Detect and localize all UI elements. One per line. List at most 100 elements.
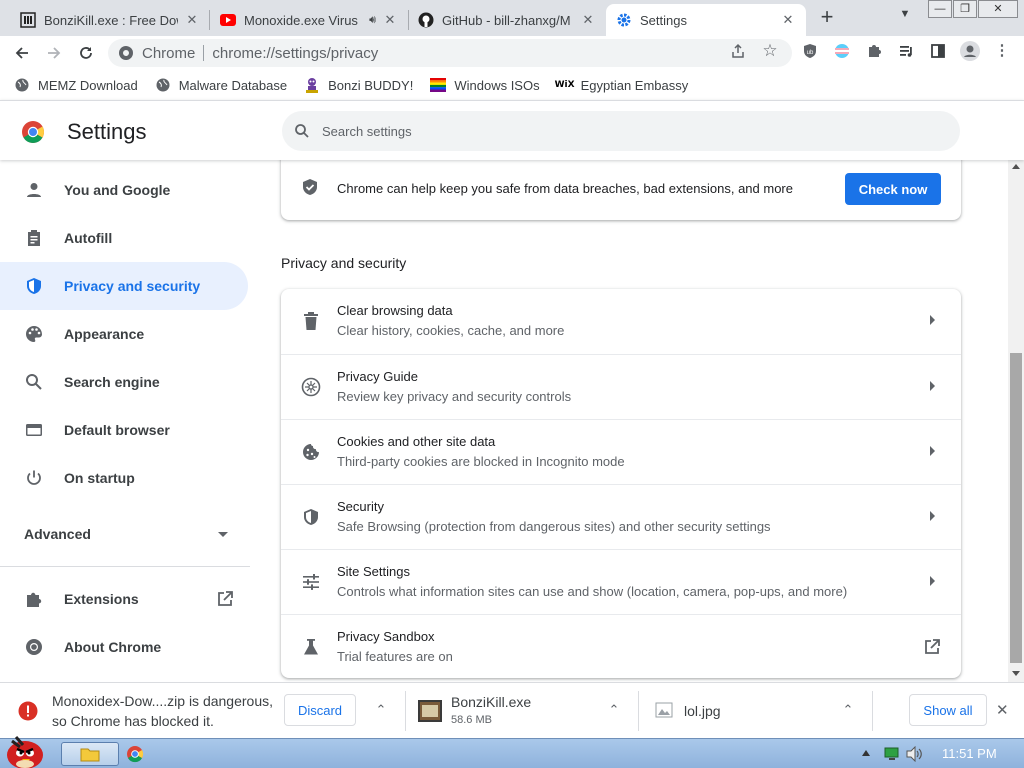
sidebar-item-default-browser[interactable]: Default browser (0, 406, 248, 454)
show-all-button[interactable]: Show all (909, 694, 987, 726)
row-subtitle: Safe Browsing (protection from dangerous… (337, 519, 771, 534)
share-icon[interactable] (730, 43, 746, 59)
privacy-row-privacy-sandbox[interactable]: Privacy Sandbox Trial features are on (281, 614, 961, 678)
settings-search-input[interactable]: Search settings (282, 111, 960, 151)
section-title: Privacy and security (281, 255, 407, 271)
github-icon (418, 12, 434, 28)
sidebar-item-appearance[interactable]: Appearance (0, 310, 248, 358)
download-filesize: 58.6 MB (451, 714, 492, 726)
scrollbar-thumb[interactable] (1010, 353, 1022, 663)
volume-icon[interactable] (906, 746, 924, 762)
sidebar-item-about-chrome[interactable]: About Chrome (0, 623, 248, 671)
row-title: Clear browsing data (337, 303, 453, 318)
tab-title: Monoxide.exe Virus (244, 12, 358, 28)
bookmarks-bar: MEMZ Download Malware Database Bonzi BUD… (0, 70, 1024, 100)
shield-icon (301, 507, 321, 527)
scroll-up-arrow-icon[interactable] (1012, 164, 1020, 169)
chrome-icon (24, 637, 44, 657)
discard-button[interactable]: Discard (284, 694, 356, 726)
page-scrollbar[interactable] (1008, 160, 1024, 682)
tab-title: GitHub - bill-zhanxg/M (442, 12, 571, 28)
puzzle-extensions-icon[interactable] (866, 43, 882, 59)
close-icon[interactable]: ✕ (780, 12, 796, 28)
sidebar-item-label: Extensions (64, 591, 139, 607)
tab-monoxide[interactable]: Monoxide.exe Virus 🔊︎ ✕ (210, 4, 408, 36)
privacy-row-privacy-guide[interactable]: Privacy Guide Review key privacy and sec… (281, 354, 961, 419)
sidebar-divider (0, 566, 250, 567)
kebab-menu-icon[interactable]: ⋮ (994, 43, 1010, 59)
sidebar-item-label: Advanced (24, 526, 91, 542)
row-title: Site Settings (337, 564, 410, 579)
blocked-download-line1: Monoxidex-Dow....zip is dangerous, (52, 693, 273, 709)
address-bar[interactable]: Chrome chrome://settings/privacy (108, 39, 792, 67)
search-icon (294, 123, 310, 139)
close-icon[interactable]: ✕ (382, 12, 398, 28)
restore-button[interactable]: ❐ (953, 0, 977, 18)
taskbar-explorer[interactable] (61, 742, 119, 766)
privacy-row-clear-browsing-data[interactable]: Clear browsing data Clear history, cooki… (281, 289, 961, 354)
ublock-icon[interactable]: ub (802, 43, 818, 59)
chevron-right-icon (930, 511, 935, 521)
bookmark-malware-database[interactable]: Malware Database (155, 77, 287, 93)
taskbar-chrome[interactable] (121, 742, 149, 766)
back-arrow-icon[interactable] (10, 41, 34, 65)
sidebar-item-label: Autofill (64, 230, 113, 246)
sidebar-item-on-startup[interactable]: On startup (0, 454, 248, 502)
sidebar-item-label: Default browser (64, 422, 170, 438)
star-icon[interactable]: ☆ (762, 42, 778, 59)
privacy-row-security[interactable]: Security Safe Browsing (protection from … (281, 484, 961, 549)
privacy-row-site-settings[interactable]: Site Settings Controls what information … (281, 549, 961, 614)
chrome-icon (118, 45, 134, 61)
sidebar-item-privacy-and-security[interactable]: Privacy and security (0, 262, 248, 310)
sidebar-item-search-engine[interactable]: Search engine (0, 358, 248, 406)
close-window-button[interactable]: ✕ (978, 0, 1018, 18)
palette-icon (24, 324, 44, 344)
bookmark-memz[interactable]: MEMZ Download (14, 77, 138, 93)
sidebar-item-autofill[interactable]: Autofill (0, 214, 248, 262)
cookie-icon (301, 442, 321, 462)
close-icon[interactable]: ✕ (580, 12, 596, 28)
chevron-up-icon[interactable]: ⌃ (604, 700, 624, 720)
globe-icon (155, 77, 171, 93)
chevron-up-icon[interactable]: ⌃ (371, 700, 391, 720)
folder-icon (80, 746, 100, 762)
youtube-icon (220, 12, 236, 28)
check-now-button[interactable]: Check now (845, 173, 941, 205)
tray-up-arrow-icon[interactable] (862, 750, 870, 756)
tab-search-chevron-icon[interactable]: ▼ (893, 8, 917, 28)
sidebar-item-label: Appearance (64, 326, 145, 342)
bookmark-bonzi-buddy[interactable]: Bonzi BUDDY! (304, 77, 413, 93)
trans-flag-extension-icon[interactable] (834, 43, 850, 59)
bookmark-egyptian-embassy[interactable]: WiX Egyptian Embassy (555, 77, 689, 93)
tab-bonzikill[interactable]: BonziKill.exe : Free Dow ✕ (10, 4, 210, 36)
sidebar-item-you-and-google[interactable]: You and Google (0, 166, 248, 214)
minimize-button[interactable]: — (928, 0, 952, 18)
blocked-download-line2: so Chrome has blocked it. (52, 713, 214, 729)
side-panel-icon[interactable] (930, 43, 946, 59)
profile-avatar-icon[interactable] (960, 41, 980, 61)
speaker-icon[interactable]: 🔊︎ (369, 14, 376, 27)
row-title: Privacy Guide (337, 369, 418, 384)
close-icon[interactable]: ✕ (184, 12, 200, 28)
sidebar-item-extensions[interactable]: Extensions (0, 575, 248, 623)
network-icon[interactable] (884, 747, 900, 761)
reload-icon[interactable] (74, 41, 98, 65)
tab-github[interactable]: GitHub - bill-zhanxg/M ✕ (408, 4, 606, 36)
chrome-logo-icon (21, 120, 45, 144)
chevron-up-icon[interactable]: ⌃ (838, 700, 858, 720)
privacy-row-cookies[interactable]: Cookies and other site data Third-party … (281, 419, 961, 484)
url-text[interactable]: chrome://settings/privacy (212, 45, 378, 62)
scroll-down-arrow-icon[interactable] (1012, 671, 1020, 676)
sidebar-advanced-toggle[interactable]: Advanced (0, 510, 248, 558)
open-in-new-icon (216, 590, 234, 608)
forward-arrow-icon[interactable] (42, 41, 66, 65)
new-tab-button[interactable]: + (815, 5, 839, 29)
gear-icon (616, 12, 632, 28)
bookmark-windows-isos[interactable]: Windows ISOs (430, 77, 540, 93)
tab-settings[interactable]: Settings ✕ (606, 4, 806, 36)
close-shelf-icon[interactable]: ✕ (996, 701, 1009, 719)
row-subtitle: Third-party cookies are blocked in Incog… (337, 454, 625, 469)
media-queue-icon[interactable] (898, 43, 914, 59)
bookmark-label: Egyptian Embassy (580, 77, 689, 93)
start-button-angry-bird-icon[interactable] (2, 731, 48, 768)
